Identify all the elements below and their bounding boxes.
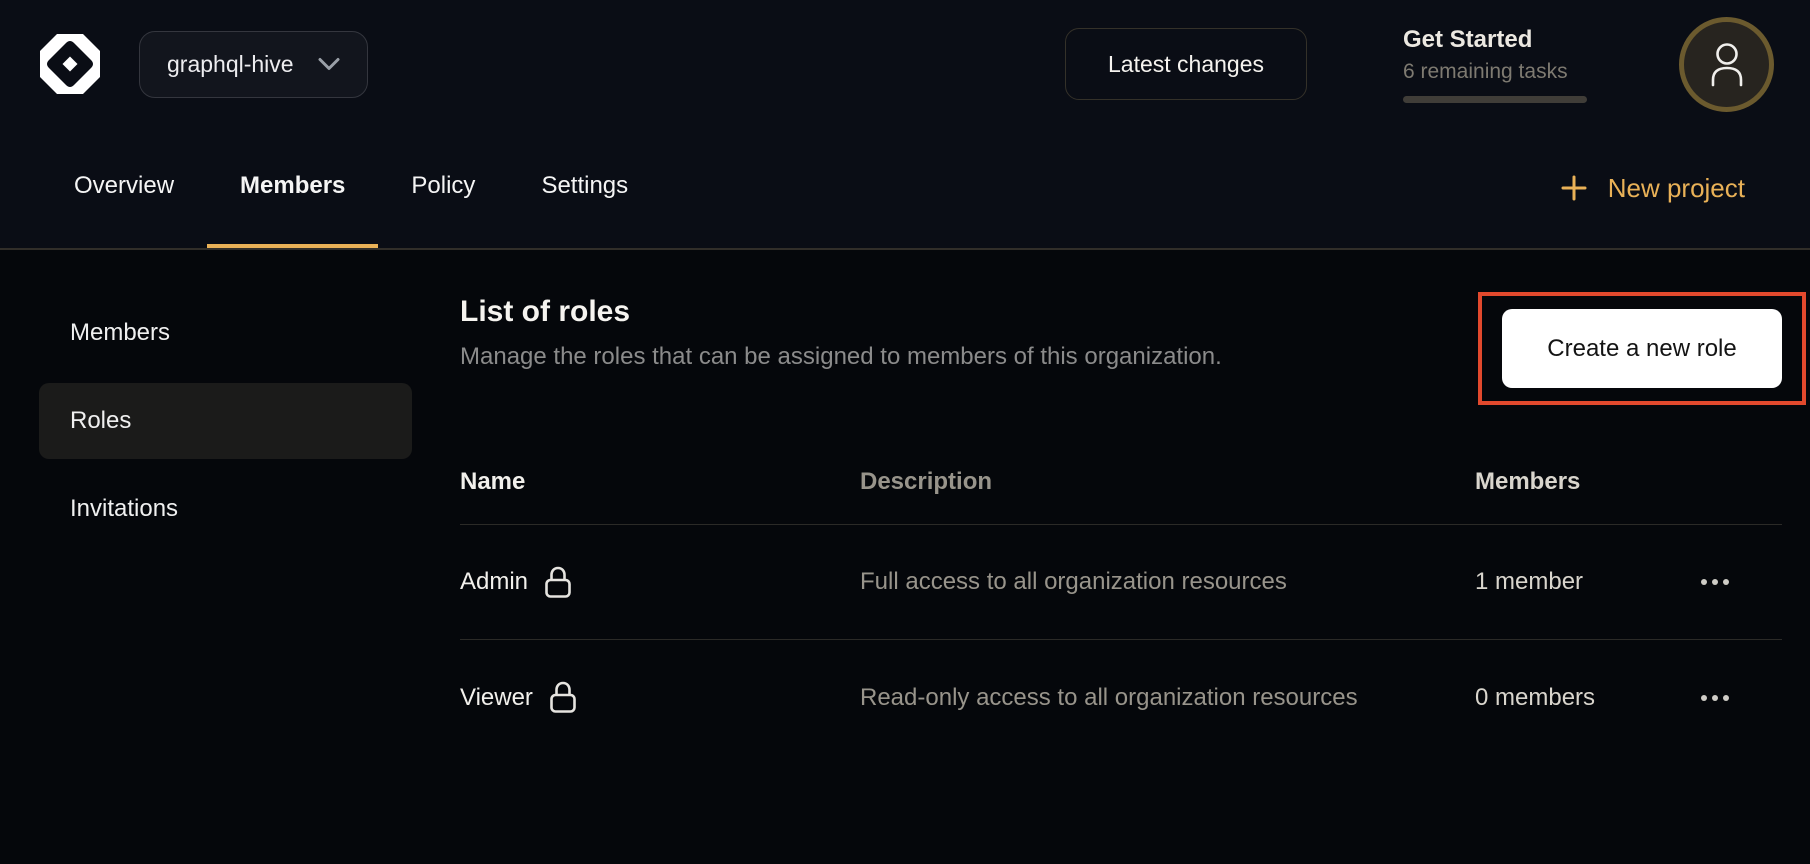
page-content: Members Roles Invitations List of roles … xyxy=(0,250,1810,864)
role-member-count: 1 member xyxy=(1420,568,1700,596)
create-new-role-button[interactable]: Create a new role xyxy=(1502,309,1782,388)
org-switcher-label: graphql-hive xyxy=(167,51,294,78)
org-switcher[interactable]: graphql-hive xyxy=(139,31,368,98)
row-menu-button[interactable] xyxy=(1700,572,1730,592)
ellipsis-menu-icon xyxy=(1700,578,1730,586)
column-header-description: Description xyxy=(860,468,1420,496)
tab-policy[interactable]: Policy xyxy=(378,128,508,248)
roles-panel-titles: List of roles Manage the roles that can … xyxy=(460,295,1222,371)
plus-icon xyxy=(1560,174,1588,202)
role-description: Read-only access to all organization res… xyxy=(860,679,1358,717)
table-row: Viewer Read-only access to all organizat… xyxy=(460,640,1782,755)
chevron-down-icon xyxy=(318,57,340,71)
hive-logo-icon xyxy=(37,31,103,97)
get-started-subtitle: 6 remaining tasks xyxy=(1403,60,1587,84)
roles-panel-header: List of roles Manage the roles that can … xyxy=(460,295,1782,405)
page-subtitle: Manage the roles that can be assigned to… xyxy=(460,343,1222,371)
annotation-highlight-rectangle: Create a new role xyxy=(1478,292,1806,405)
row-menu-button[interactable] xyxy=(1700,688,1730,708)
new-project-label: New project xyxy=(1608,173,1745,204)
new-project-button[interactable]: New project xyxy=(1560,128,1745,248)
get-started-title: Get Started xyxy=(1403,26,1587,54)
role-member-count: 0 members xyxy=(1420,684,1700,712)
table-row: Admin Full access to all organization re… xyxy=(460,525,1782,640)
roles-table: Name Description Members Admin Full xyxy=(460,439,1782,755)
sidebar-item-roles[interactable]: Roles xyxy=(39,383,412,459)
header-right-group: Latest changes Get Started 6 remaining t… xyxy=(1065,17,1774,112)
sidebar-item-members[interactable]: Members xyxy=(39,295,412,371)
latest-changes-button[interactable]: Latest changes xyxy=(1065,28,1307,100)
role-name: Admin xyxy=(460,568,528,596)
column-header-name: Name xyxy=(460,468,860,496)
get-started-widget[interactable]: Get Started 6 remaining tasks xyxy=(1403,26,1587,103)
user-icon xyxy=(1706,41,1748,87)
tab-members[interactable]: Members xyxy=(207,128,378,248)
tab-settings[interactable]: Settings xyxy=(508,128,661,248)
get-started-progress-bar xyxy=(1403,96,1587,103)
members-sidebar: Members Roles Invitations xyxy=(0,250,460,864)
role-name: Viewer xyxy=(460,684,533,712)
sidebar-item-invitations[interactable]: Invitations xyxy=(39,471,412,547)
roles-table-header: Name Description Members xyxy=(460,439,1782,525)
roles-panel: List of roles Manage the roles that can … xyxy=(460,250,1810,864)
role-description: Full access to all organization resource… xyxy=(860,563,1287,601)
top-region: graphql-hive Latest changes Get Started … xyxy=(0,0,1810,250)
org-tabs-bar: Overview Members Policy Settings New pro… xyxy=(0,128,1810,250)
tab-overview[interactable]: Overview xyxy=(41,128,207,248)
lock-icon xyxy=(549,681,577,714)
column-header-members: Members xyxy=(1420,468,1700,496)
lock-icon xyxy=(544,566,572,599)
ellipsis-menu-icon xyxy=(1700,694,1730,702)
page-title: List of roles xyxy=(460,295,1222,329)
user-avatar-button[interactable] xyxy=(1679,17,1774,112)
app-header: graphql-hive Latest changes Get Started … xyxy=(0,0,1810,128)
